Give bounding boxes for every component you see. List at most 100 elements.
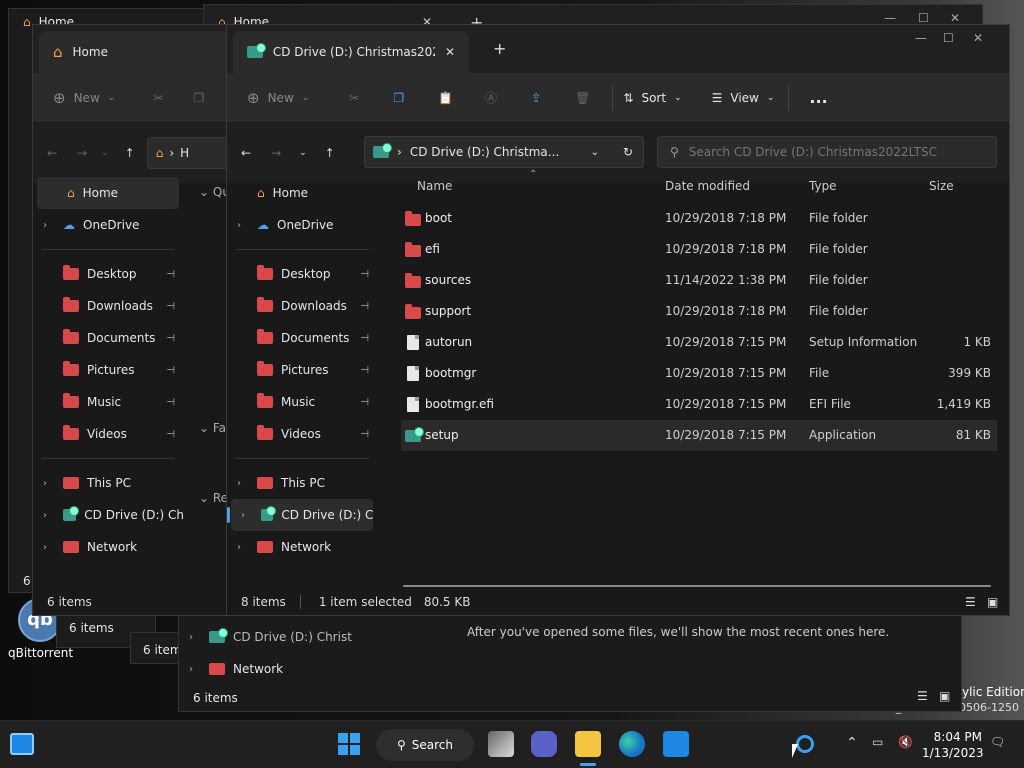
pin-icon[interactable]: ⊣ xyxy=(166,301,175,312)
copy-icon[interactable]: ❐ xyxy=(393,91,404,105)
forward-icon[interactable]: → xyxy=(271,146,281,160)
nav-desktop[interactable]: Desktop ⊣ xyxy=(33,258,183,290)
address-dropdown-icon[interactable]: ⌄ xyxy=(591,147,599,158)
tiles-view-icon[interactable]: ▣ xyxy=(939,689,950,703)
task-view-icon[interactable] xyxy=(488,731,514,757)
nav-onedrive[interactable]: › ☁ OneDrive xyxy=(227,209,377,241)
nav-cd-drive[interactable]: › CD Drive (D:) Christ xyxy=(33,499,183,531)
nav-downloads[interactable]: Downloads ⊣ xyxy=(33,290,183,322)
sort-button[interactable]: ⇅ Sort ⌄ xyxy=(623,91,681,105)
nav-this-pc[interactable]: › This PC xyxy=(227,467,377,499)
details-view-icon[interactable]: ☰ xyxy=(965,595,976,609)
share-icon[interactable]: ⇪ xyxy=(531,91,541,105)
delete-icon[interactable]: 🗑 xyxy=(575,91,590,105)
pin-icon[interactable]: ⊣ xyxy=(360,269,369,280)
refresh-icon[interactable]: ↻ xyxy=(623,145,633,159)
main-window-tab[interactable]: CD Drive (D:) Christmas2022LT ✕ xyxy=(233,31,469,73)
chevron-right-icon[interactable]: › xyxy=(237,220,241,231)
edge-icon[interactable] xyxy=(619,731,645,757)
nav-home[interactable]: ⌂ Home xyxy=(227,177,377,209)
view-button[interactable]: ☰ View ⌄ xyxy=(712,91,775,105)
chevron-right-icon[interactable]: › xyxy=(43,220,47,231)
volume-muted-icon[interactable]: 🔇 xyxy=(898,735,913,749)
nav-music[interactable]: Music ⊣ xyxy=(227,386,377,418)
bg-nav-network[interactable]: › Network xyxy=(179,653,379,685)
table-row[interactable]: efi 10/29/2018 7:18 PM File folder xyxy=(401,234,997,265)
up-icon[interactable]: ↑ xyxy=(125,146,135,160)
chevron-right-icon[interactable]: › xyxy=(43,542,47,553)
nav-videos[interactable]: Videos ⊣ xyxy=(227,418,377,450)
table-row[interactable]: sources 11/14/2022 1:38 PM File folder xyxy=(401,265,997,296)
search-box[interactable]: ⚲ xyxy=(657,136,997,168)
nav-music[interactable]: Music ⊣ xyxy=(33,386,183,418)
column-type[interactable]: Type xyxy=(809,179,837,193)
pin-icon[interactable]: ⊣ xyxy=(360,365,369,376)
new-tab-icon[interactable]: + xyxy=(493,39,506,58)
nav-this-pc[interactable]: › This PC xyxy=(33,467,183,499)
table-row[interactable]: bootmgr 10/29/2018 7:15 PM File 399 KB xyxy=(401,358,997,389)
horizontal-scrollbar[interactable] xyxy=(403,585,991,587)
pin-icon[interactable]: ⊣ xyxy=(166,429,175,440)
teams-chat-icon[interactable] xyxy=(531,731,557,757)
bg-window-6[interactable]: › CD Drive (D:) Christ › Network After y… xyxy=(178,612,962,712)
recent-locations-icon[interactable]: ⌄ xyxy=(101,148,109,158)
pin-icon[interactable]: ⊣ xyxy=(360,333,369,344)
back-icon[interactable]: ← xyxy=(241,146,251,160)
store-icon[interactable] xyxy=(663,731,689,757)
tray-overflow-icon[interactable]: ⌃ xyxy=(846,735,858,751)
chevron-right-icon[interactable]: › xyxy=(43,510,47,521)
file-explorer-icon[interactable] xyxy=(575,731,601,757)
nav-downloads[interactable]: Downloads ⊣ xyxy=(227,290,377,322)
chevron-right-icon[interactable]: › xyxy=(43,478,47,489)
main-window[interactable]: CD Drive (D:) Christmas2022LT ✕ + — ☐ ✕ … xyxy=(226,24,1010,616)
home-window-tab[interactable]: ⌂ Home xyxy=(39,31,229,73)
column-name[interactable]: Name xyxy=(417,179,452,193)
new-button[interactable]: ⊕ New ⌄ xyxy=(247,89,309,107)
rename-icon[interactable]: Ⓐ xyxy=(485,89,497,106)
close-tab-icon[interactable]: ✕ xyxy=(445,45,455,59)
column-size[interactable]: Size xyxy=(929,179,954,193)
nav-documents[interactable]: Documents ⊣ xyxy=(33,322,183,354)
chevron-right-icon[interactable]: › xyxy=(189,664,193,675)
nav-pictures[interactable]: Pictures ⊣ xyxy=(227,354,377,386)
display-icon[interactable]: ▭ xyxy=(872,735,883,749)
nav-network[interactable]: › Network xyxy=(227,531,377,563)
table-row[interactable]: setup 10/29/2018 7:15 PM Application 81 KB xyxy=(401,420,997,451)
pin-icon[interactable]: ⊣ xyxy=(166,365,175,376)
nav-cd-drive-selected[interactable]: › CD Drive (D:) Christ xyxy=(227,499,373,531)
copy-icon[interactable]: ❐ xyxy=(193,91,204,105)
cortana-icon[interactable] xyxy=(796,735,814,753)
pin-icon[interactable]: ⊣ xyxy=(360,301,369,312)
pin-icon[interactable]: ⊣ xyxy=(360,397,369,408)
minimize-icon[interactable]: — xyxy=(915,31,927,45)
table-row[interactable]: bootmgr.efi 10/29/2018 7:15 PM EFI File 1,4… xyxy=(401,389,997,420)
search-input[interactable] xyxy=(688,145,979,159)
cut-icon[interactable]: ✂ xyxy=(349,91,359,105)
widgets-icon[interactable] xyxy=(10,733,34,755)
back-icon[interactable]: ← xyxy=(47,146,57,160)
new-button[interactable]: ⊕ New ⌄ xyxy=(53,89,115,107)
pin-icon[interactable]: ⊣ xyxy=(360,429,369,440)
more-icon[interactable]: ... xyxy=(809,88,827,107)
main-address-bar[interactable]: › CD Drive (D:) Christma... ⌄ ↻ xyxy=(364,136,644,168)
chevron-right-icon[interactable]: › xyxy=(241,510,245,521)
chevron-right-icon[interactable]: › xyxy=(237,478,241,489)
nav-network[interactable]: › Network xyxy=(33,531,183,563)
pin-icon[interactable]: ⊣ xyxy=(166,333,175,344)
nav-desktop[interactable]: Desktop ⊣ xyxy=(227,258,377,290)
pin-icon[interactable]: ⊣ xyxy=(166,397,175,408)
details-view-icon[interactable]: ☰ xyxy=(917,689,928,703)
nav-onedrive[interactable]: › ☁ OneDrive xyxy=(33,209,183,241)
notification-icon[interactable]: 🗨 xyxy=(990,735,1005,749)
nav-videos[interactable]: Videos ⊣ xyxy=(33,418,183,450)
section-favorites[interactable]: ⌄ Fa xyxy=(199,421,226,435)
table-row[interactable]: boot 10/29/2018 7:18 PM File folder xyxy=(401,203,997,234)
table-row[interactable]: autorun 10/29/2018 7:15 PM Setup Informati… xyxy=(401,327,997,358)
section-recent[interactable]: ⌄ Re xyxy=(199,491,228,505)
close-window-icon[interactable]: ✕ xyxy=(950,11,960,25)
nav-documents[interactable]: Documents ⊣ xyxy=(227,322,377,354)
up-icon[interactable]: ↑ xyxy=(325,146,335,160)
tiles-view-icon[interactable]: ▣ xyxy=(987,595,998,609)
column-date[interactable]: Date modified xyxy=(665,179,750,193)
start-button[interactable] xyxy=(338,733,360,755)
